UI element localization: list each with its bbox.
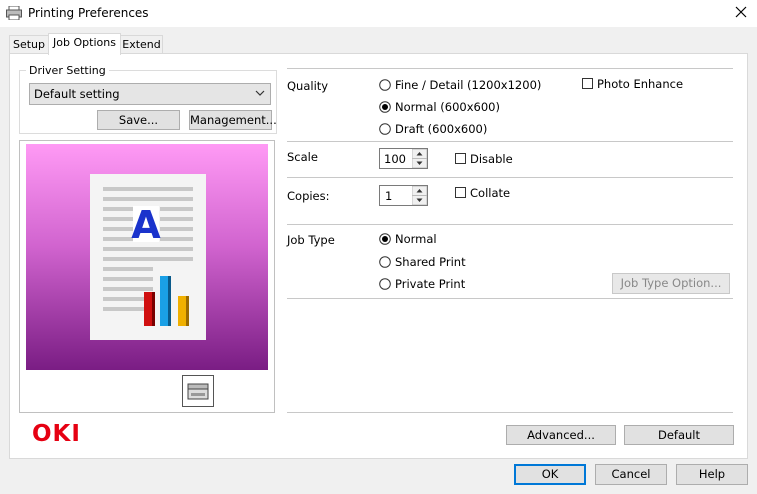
window-title: Printing Preferences xyxy=(28,6,149,20)
copies-label: Copies: xyxy=(287,189,330,203)
copies-value: 1 xyxy=(385,189,393,203)
radio-private-print[interactable] xyxy=(379,278,391,290)
scale-label: Scale xyxy=(287,150,318,164)
printer-device-icon xyxy=(187,383,209,400)
cancel-button[interactable]: Cancel xyxy=(595,464,667,485)
ok-button[interactable]: OK xyxy=(514,464,586,485)
collate-checkbox[interactable] xyxy=(455,187,466,198)
divider xyxy=(287,141,733,142)
driver-setting-value: Default setting xyxy=(34,87,120,101)
tab-job-options[interactable]: Job Options xyxy=(48,33,121,55)
radio-draft[interactable] xyxy=(379,123,391,135)
chevron-down-icon xyxy=(255,90,265,96)
divider xyxy=(287,68,733,69)
radio-shared-print-label: Shared Print xyxy=(395,255,466,269)
quality-label: Quality xyxy=(287,79,329,93)
close-icon[interactable] xyxy=(733,4,749,20)
copies-stepper-icon[interactable] xyxy=(412,186,427,205)
radio-normal-quality-label: Normal (600x600) xyxy=(395,100,500,114)
job-type-label: Job Type xyxy=(287,233,335,247)
disable-checkbox[interactable] xyxy=(455,153,466,164)
default-button[interactable]: Default xyxy=(624,425,734,445)
management-button[interactable]: Management... xyxy=(189,110,277,130)
divider xyxy=(287,224,733,225)
advanced-button[interactable]: Advanced... xyxy=(506,425,616,445)
photo-enhance-checkbox[interactable] xyxy=(582,78,593,89)
save-button[interactable]: Save... xyxy=(97,110,180,130)
document-preview-icon: A xyxy=(90,174,206,340)
printer-icon xyxy=(6,6,22,20)
help-button[interactable]: Help xyxy=(676,464,748,485)
driver-setting-label: Driver Setting xyxy=(26,64,109,77)
tab-setup[interactable]: Setup xyxy=(9,35,49,54)
scale-value: 100 xyxy=(384,152,406,166)
divider xyxy=(287,298,733,299)
radio-job-normal[interactable] xyxy=(379,233,391,245)
radio-draft-label: Draft (600x600) xyxy=(395,122,488,136)
radio-job-normal-label: Normal xyxy=(395,232,437,246)
divider xyxy=(287,177,733,178)
radio-private-print-label: Private Print xyxy=(395,277,466,291)
preview-letter: A xyxy=(131,203,161,247)
disable-label: Disable xyxy=(470,152,513,166)
divider xyxy=(287,412,733,413)
tab-extend[interactable]: Extend xyxy=(120,35,163,54)
scale-stepper-icon[interactable] xyxy=(412,149,427,168)
job-type-option-button[interactable]: Job Type Option... xyxy=(612,273,730,294)
radio-fine-detail-label: Fine / Detail (1200x1200) xyxy=(395,78,542,92)
collate-label: Collate xyxy=(470,186,511,200)
oki-logo: OKI xyxy=(32,421,81,447)
radio-normal-quality[interactable] xyxy=(379,101,391,113)
radio-shared-print[interactable] xyxy=(379,256,391,268)
photo-enhance-label: Photo Enhance xyxy=(597,77,684,91)
radio-fine-detail[interactable] xyxy=(379,79,391,91)
